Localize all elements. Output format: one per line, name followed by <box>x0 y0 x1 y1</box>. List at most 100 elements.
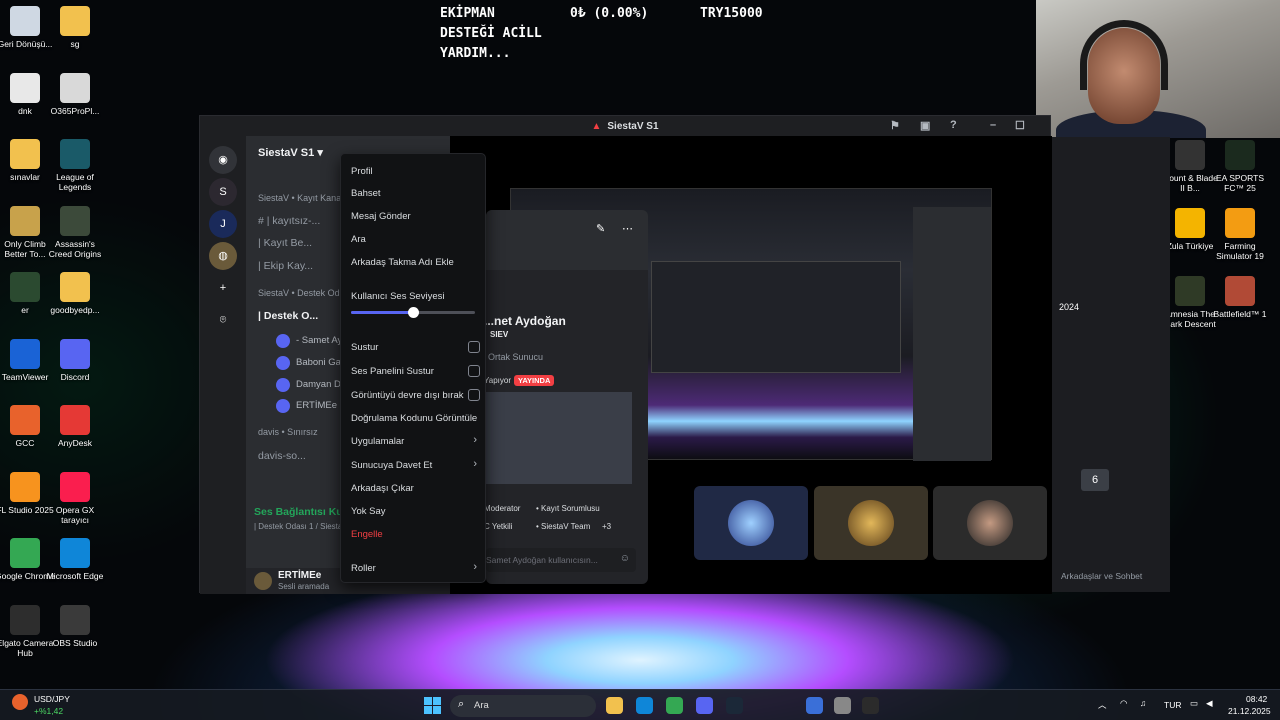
explore-icon[interactable]: ⌾ <box>209 306 237 334</box>
discord-logo-icon: ▲ <box>591 120 602 132</box>
desktop-shortcut[interactable]: Farming Simulator 19 <box>1210 208 1270 261</box>
explorer-icon[interactable] <box>606 697 623 714</box>
participant-tile[interactable] <box>814 486 928 560</box>
desktop-shortcut[interactable]: EA SPORTS FC™ 25 <box>1210 140 1270 193</box>
taskview-icon[interactable] <box>834 697 851 714</box>
edge-icon[interactable] <box>636 697 653 714</box>
channel-category[interactable]: SiestaV • Kayıt Kana... <box>258 193 349 203</box>
checkbox[interactable] <box>468 341 480 353</box>
clock-time[interactable]: 08:42 <box>1246 694 1267 704</box>
language-indicator[interactable]: TUR <box>1164 700 1181 710</box>
ticker-text: DESTEĞİ ACİLL <box>440 26 542 41</box>
ticker-text: EKİPMAN <box>440 6 495 21</box>
desktop-shortcut[interactable]: sg <box>45 6 105 49</box>
menu-item-submenu[interactable]: Uygulamalar › <box>351 434 477 447</box>
menu-item-checkbox[interactable]: Ses Panelini Sustur <box>351 365 480 377</box>
desktop-shortcut[interactable]: Microsoft Edge <box>45 538 105 581</box>
minimize-icon[interactable]: – <box>990 119 996 131</box>
server-icon[interactable]: J <box>209 210 237 238</box>
menu-item-label: Yok Say <box>351 506 386 517</box>
menu-item[interactable]: Mesaj Gönder <box>351 211 477 222</box>
stream-thumbnail[interactable] <box>486 392 632 484</box>
maximize-icon[interactable]: ☐ <box>1015 119 1025 132</box>
mutual-servers[interactable]: Ortak Sunucu <box>488 352 543 362</box>
tray-chevron-icon[interactable]: ︿ <box>1098 699 1107 711</box>
chrome-icon[interactable] <box>666 697 683 714</box>
channel-item[interactable]: # | kayıtsız-... <box>258 215 320 227</box>
discord-home-icon[interactable]: ◉ <box>209 146 237 174</box>
menu-item-submenu[interactable]: Sunucuya Davet Et › <box>351 458 477 471</box>
edit-icon[interactable]: ✎ <box>596 222 605 235</box>
start-button[interactable] <box>424 697 441 714</box>
channel-item[interactable]: | Destek O... <box>258 310 318 322</box>
participant-tile[interactable] <box>694 486 808 560</box>
window-title: SiestaV S1 <box>607 120 659 132</box>
clock-date[interactable]: 21.12.2025 <box>1228 706 1271 716</box>
app-icon[interactable] <box>862 697 879 714</box>
role-more[interactable]: +3 <box>602 522 611 531</box>
inbox-icon[interactable]: ▣ <box>920 119 930 132</box>
block-menu-item[interactable]: Engelle <box>351 529 477 540</box>
mic-icon[interactable]: ♫ <box>1140 698 1146 708</box>
server-list: ◉ S J ◍ + ⌾ <box>200 136 246 594</box>
channel-item[interactable]: | Kayıt Be... <box>258 237 312 249</box>
desktop-shortcut[interactable]: Opera GX tarayıcı <box>45 471 105 525</box>
desktop-shortcut[interactable]: OBS Studio <box>45 604 105 648</box>
server-icon[interactable]: ◍ <box>209 242 237 270</box>
menu-item[interactable]: Yok Say <box>351 506 477 517</box>
widget-icon[interactable] <box>806 697 823 714</box>
server-icon[interactable]: S <box>209 178 237 206</box>
checkbox[interactable] <box>468 389 480 401</box>
desktop-shortcut-label: Farming Simulator 19 <box>1216 241 1264 261</box>
channel-item[interactable]: | Ekip Kay... <box>258 260 313 272</box>
avatar[interactable] <box>254 572 272 590</box>
menu-item[interactable]: Arkadaş Takma Adı Ekle <box>351 257 477 268</box>
volume-slider[interactable] <box>351 307 475 318</box>
channel-category[interactable]: davis • Sınırsız <box>258 427 318 437</box>
emoji-icon[interactable]: ☺ <box>620 553 630 564</box>
chevron-right-icon: › <box>473 458 477 470</box>
volume-icon[interactable]: ◀ <box>1206 698 1213 709</box>
add-server-icon[interactable]: + <box>209 274 237 302</box>
network-icon[interactable]: ▭ <box>1190 698 1198 709</box>
league-icon <box>60 139 90 169</box>
installer-icon <box>60 72 90 103</box>
menu-item-checkbox[interactable]: Görüntüyü devre dışı bırak <box>351 389 480 401</box>
menu-item-label: Arkadaş Takma Adı Ekle <box>351 257 454 268</box>
participant-tile[interactable] <box>933 486 1047 560</box>
desktop-shortcut[interactable]: Discord <box>45 338 105 382</box>
window-titlebar[interactable]: ▲ SiestaV S1 ⚑ ▣ ? – ☐ <box>200 116 1050 136</box>
message-input[interactable]: Samet Aydoğan kullanıcısın... ☺ <box>486 548 636 572</box>
steam-icon[interactable] <box>726 697 743 714</box>
channel-category[interactable]: SiestaV • Destek Oda... <box>258 288 352 298</box>
menu-item[interactable]: Doğrulama Kodunu Görüntüle <box>351 413 477 424</box>
desktop-shortcut[interactable]: Battlefield™ 1 <box>1210 276 1270 319</box>
channel-item[interactable]: davis-so... <box>258 450 306 462</box>
background-discord-window[interactable]: 2024 6 Arkadaşlar ve Sohbet <box>1051 137 1170 592</box>
menu-item-checkbox[interactable]: Sustur <box>351 341 480 353</box>
desktop-shortcut[interactable]: goodbyedp... <box>45 272 105 315</box>
server-name[interactable]: SiestaV S1 ▾ <box>258 146 323 159</box>
search-box[interactable]: ⌕ Ara <box>450 695 596 717</box>
discord-icon[interactable] <box>696 697 713 714</box>
help-icon[interactable]: ? <box>950 119 957 131</box>
stock-name[interactable]: USD/JPY <box>34 694 70 704</box>
desktop-shortcut[interactable]: League of Legends <box>45 139 105 192</box>
menu-item-submenu[interactable]: Roller › <box>351 561 477 574</box>
wifi-icon[interactable]: ◠ <box>1120 698 1127 709</box>
flag-icon[interactable]: ⚑ <box>890 119 900 132</box>
game-icon <box>10 205 40 236</box>
desktop-shortcut[interactable]: AnyDesk <box>45 405 105 448</box>
chevron-right-icon: › <box>473 561 477 573</box>
more-icon[interactable]: ⋯ <box>622 222 633 235</box>
assassins-creed-icon <box>60 205 90 236</box>
menu-item[interactable]: Profil <box>351 166 477 177</box>
checkbox[interactable] <box>468 365 480 377</box>
desktop-shortcut[interactable]: Assassin's Creed Origins <box>45 205 105 259</box>
menu-item[interactable]: Bahset <box>351 188 477 199</box>
menu-item[interactable]: Arkadaşı Çıkar <box>351 483 477 494</box>
menu-item[interactable]: Ara <box>351 234 477 245</box>
desktop-shortcut[interactable]: O365ProPl... <box>45 72 105 116</box>
friends-chat-label[interactable]: Arkadaşlar ve Sohbet <box>1061 571 1142 581</box>
user-context-menu: Profil Bahset Mesaj Gönder Ara Arkadaş Takma… <box>340 153 486 583</box>
